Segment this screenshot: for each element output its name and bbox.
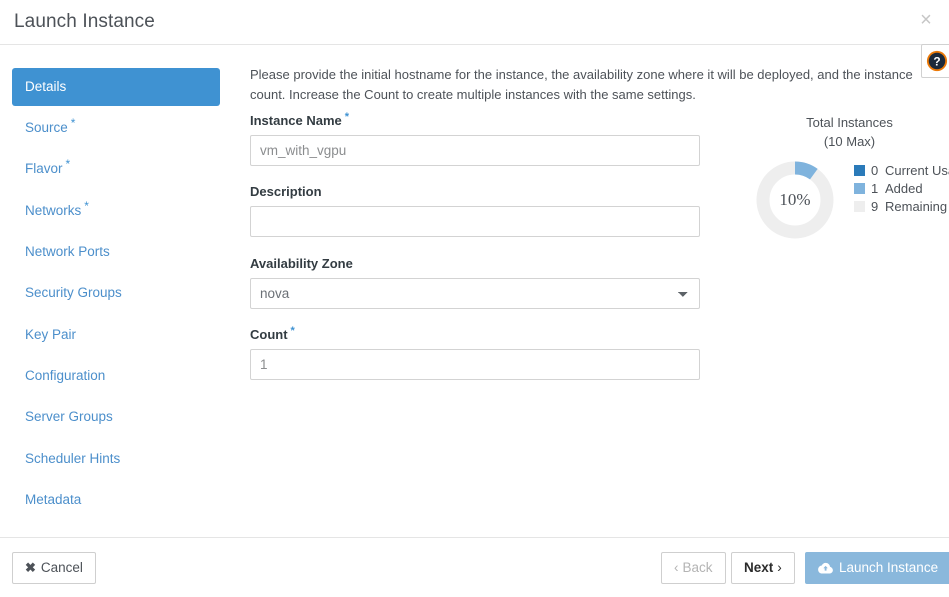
field-group-count: Count* [250,327,700,380]
next-button-label: Next [744,560,773,575]
sidebar-item-label: Security Groups [25,285,122,300]
chevron-left-icon: ‹ [674,560,679,575]
instance-name-label: Instance Name* [250,113,700,128]
required-marker: * [345,111,349,123]
sidebar-item-details[interactable]: Details [12,68,220,106]
sidebar-item-label: Source [25,120,68,135]
quota-chart-panel: Total Instances (10 Max) 10% 0Current Us… [757,113,949,151]
cancel-button-label: Cancel [41,560,83,575]
description-input[interactable] [250,206,700,237]
count-label: Count* [250,327,700,342]
intro-text: Please provide the initial hostname for … [250,65,920,105]
sidebar-item-label: Network Ports [25,244,110,259]
sidebar-item-scheduler-hints[interactable]: Scheduler Hints [12,440,220,478]
sidebar-item-configuration[interactable]: Configuration [12,357,220,395]
help-button[interactable]: ? [921,44,949,78]
sidebar-item-label: Scheduler Hints [25,451,120,466]
field-group-description: Description [250,184,700,237]
dialog-footer: ✖ Cancel ‹ Back Next › Launch Instance [0,537,949,597]
sidebar-item-key-pair[interactable]: Key Pair [12,316,220,354]
chart-title-text: Total Instances [757,113,942,132]
sidebar-item-label: Details [25,79,66,94]
description-label: Description [250,184,700,199]
required-marker: * [71,116,76,130]
count-input[interactable] [250,349,700,380]
cancel-button[interactable]: ✖ Cancel [12,552,96,584]
count-label-text: Count [250,327,288,342]
sidebar-item-label: Configuration [25,368,105,383]
legend-swatch-icon [854,183,865,194]
donut-center-label: 10% [754,159,836,241]
legend-label: Current Usage [885,163,949,178]
sidebar-item-label: Server Groups [25,409,113,424]
sidebar-item-label: Metadata [25,492,81,507]
sidebar-item-label: Networks [25,203,81,218]
required-marker: * [291,325,295,337]
wizard-sidebar: Details Source* Flavor* Networks* Networ… [0,45,232,537]
chart-legend: 0 Current Usage 1 Added 9 Remaining [854,162,949,216]
chevron-right-icon: › [777,560,782,575]
svg-text:?: ? [933,55,940,69]
launch-instance-button[interactable]: Launch Instance [805,552,949,584]
legend-value: 1 [871,180,881,198]
back-button-label: Back [683,560,713,575]
legend-item-remaining: 9 Remaining [854,198,949,216]
page-title: Launch Instance [14,11,155,33]
times-icon: ✖ [25,560,36,575]
launch-instance-button-label: Launch Instance [839,560,938,575]
sidebar-item-security-groups[interactable]: Security Groups [12,274,220,312]
sidebar-item-label: Flavor [25,161,63,176]
question-circle-icon: ? [926,50,948,72]
availability-zone-select[interactable]: nova [250,278,700,309]
sidebar-item-networks[interactable]: Networks* [12,192,220,230]
legend-value: 9 [871,198,881,216]
cloud-upload-icon [818,562,833,574]
legend-label: Added [885,181,923,196]
legend-label: Remaining [885,199,947,214]
field-group-availability-zone: Availability Zone nova [250,256,700,309]
legend-swatch-icon [854,201,865,212]
sidebar-item-server-groups[interactable]: Server Groups [12,398,220,436]
instance-name-input[interactable] [250,135,700,166]
back-button[interactable]: ‹ Back [661,552,726,584]
legend-swatch-icon [854,165,865,176]
legend-item-added: 1 Added [854,180,949,198]
next-button[interactable]: Next › [731,552,795,584]
sidebar-item-flavor[interactable]: Flavor* [12,150,220,188]
sidebar-item-source[interactable]: Source* [12,109,220,147]
legend-value: 0 [871,162,881,180]
legend-item-current-usage: 0 Current Usage [854,162,949,180]
sidebar-item-label: Key Pair [25,327,76,342]
chart-subtitle-text: (10 Max) [757,132,942,151]
availability-zone-label: Availability Zone [250,256,700,271]
dialog-header: Launch Instance × [0,0,949,45]
instance-name-label-text: Instance Name [250,113,342,128]
total-instances-donut: 10% [754,159,836,241]
wizard-content: Please provide the initial hostname for … [232,45,949,537]
sidebar-item-metadata[interactable]: Metadata [12,481,220,519]
field-group-instance-name: Instance Name* [250,113,700,166]
dialog-body: Details Source* Flavor* Networks* Networ… [0,45,949,537]
close-icon[interactable]: × [914,8,938,32]
required-marker: * [66,157,71,171]
chart-title: Total Instances (10 Max) [757,113,942,151]
required-marker: * [84,199,89,213]
sidebar-item-network-ports[interactable]: Network Ports [12,233,220,271]
